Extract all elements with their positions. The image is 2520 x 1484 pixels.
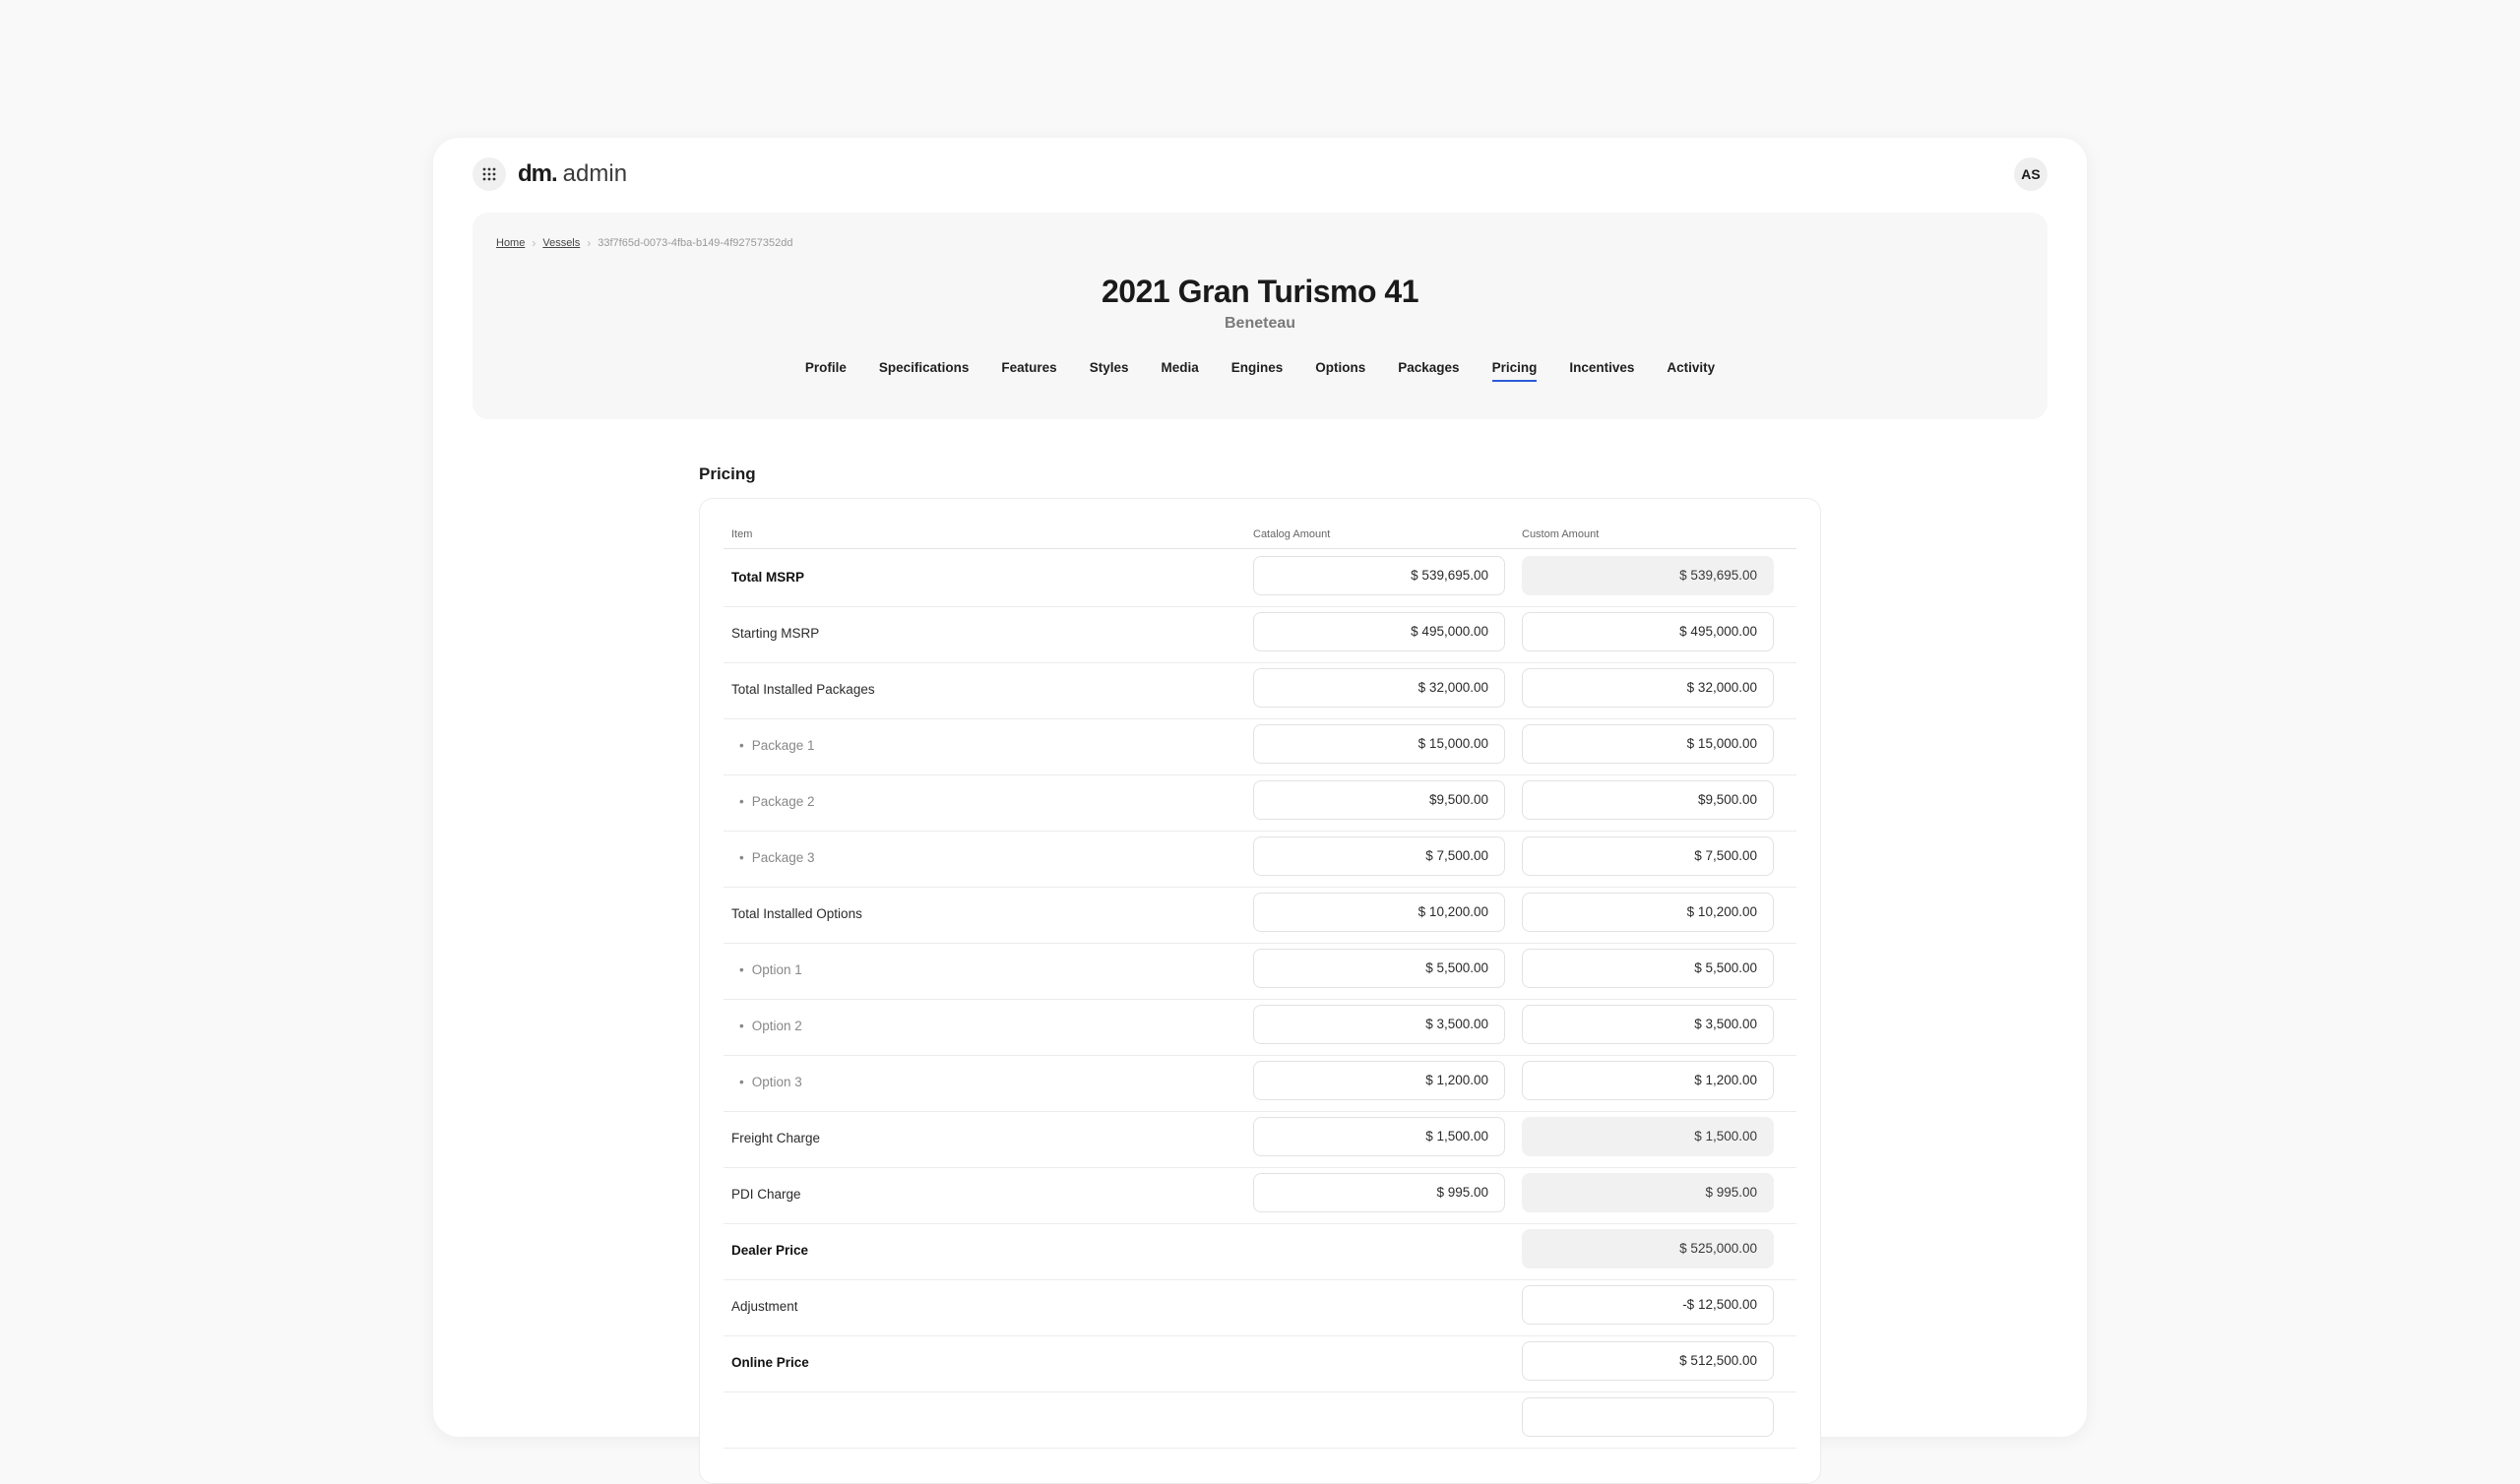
custom-amount-field[interactable]: $ 1,200.00: [1522, 1061, 1774, 1100]
row-label: Option 1: [739, 962, 802, 977]
tab-features[interactable]: Features: [1001, 360, 1056, 382]
custom-amount-field[interactable]: $ 15,000.00: [1522, 724, 1774, 764]
custom-amount-field: $ 1,500.00: [1522, 1117, 1774, 1156]
custom-amount-field[interactable]: $ 3,500.00: [1522, 1005, 1774, 1044]
breadcrumb-vessels[interactable]: Vessels: [542, 237, 580, 249]
custom-amount-field[interactable]: $9,500.00: [1522, 780, 1774, 820]
custom-amount-field[interactable]: $ 512,500.00: [1522, 1341, 1774, 1381]
section-title: Pricing: [699, 464, 756, 483]
custom-amount-field[interactable]: [1522, 1397, 1774, 1437]
custom-amount-field: $ 995.00: [1522, 1173, 1774, 1212]
table-row: Package 3 $ 7,500.00 $ 7,500.00: [724, 831, 1796, 888]
table-row: Option 3 $ 1,200.00 $ 1,200.00: [724, 1055, 1796, 1112]
table-row: Package 2 $9,500.00 $9,500.00: [724, 774, 1796, 832]
table-row: Total Installed Options $ 10,200.00 $ 10,2…: [724, 887, 1796, 944]
table-row: Freight Charge $ 1,500.00 $ 1,500.00: [724, 1111, 1796, 1168]
app-window: dm. admin AS Home › Vessels › 33f7f65d-0…: [433, 138, 2087, 1484]
catalog-amount-field[interactable]: $9,500.00: [1253, 780, 1505, 820]
table-row: Total Installed Packages $ 32,000.00 $ 32,…: [724, 662, 1796, 719]
tab-media[interactable]: Media: [1161, 360, 1198, 382]
row-label: Adjustment: [731, 1299, 798, 1314]
custom-amount-field[interactable]: $ 5,500.00: [1522, 949, 1774, 988]
tab-specifications[interactable]: Specifications: [879, 360, 970, 382]
table-row: [724, 1391, 1796, 1449]
row-label: Dealer Price: [731, 1243, 809, 1258]
pricing-table: Item Catalog Amount Custom Amount Total …: [699, 498, 1821, 1484]
breadcrumb-home[interactable]: Home: [496, 237, 525, 249]
breadcrumb: Home › Vessels › 33f7f65d-0073-4fba-b149…: [496, 236, 792, 250]
tab-activity[interactable]: Activity: [1667, 360, 1715, 382]
row-label: Package 1: [739, 738, 815, 753]
chevron-right-icon: ›: [587, 236, 592, 250]
table-row: Total MSRP $ 539,695.00 $ 539,695.00: [724, 550, 1796, 607]
app-logo[interactable]: dm. admin: [518, 155, 627, 193]
row-label: PDI Charge: [731, 1187, 801, 1202]
tab-engines[interactable]: Engines: [1231, 360, 1284, 382]
tab-incentives[interactable]: Incentives: [1569, 360, 1634, 382]
catalog-amount-field[interactable]: $ 539,695.00: [1253, 556, 1505, 595]
tab-pricing[interactable]: Pricing: [1491, 360, 1538, 382]
custom-amount-field[interactable]: -$ 12,500.00: [1522, 1285, 1774, 1325]
row-label: Package 2: [739, 794, 815, 809]
custom-amount-field[interactable]: $ 7,500.00: [1522, 836, 1774, 876]
logo-mark: dm.: [518, 160, 558, 187]
custom-amount-field: $ 539,695.00: [1522, 556, 1774, 595]
table-row: Dealer Price $ 525,000.00: [724, 1223, 1796, 1280]
catalog-amount-field[interactable]: $ 495,000.00: [1253, 612, 1505, 651]
catalog-amount-field[interactable]: $ 5,500.00: [1253, 949, 1505, 988]
row-label: Starting MSRP: [731, 626, 820, 641]
row-label: Total Installed Options: [731, 906, 862, 921]
catalog-amount-field[interactable]: $ 1,500.00: [1253, 1117, 1505, 1156]
column-header-custom: Custom Amount: [1522, 528, 1600, 540]
tab-bar: Profile Specifications Features Styles Media…: [472, 360, 2048, 382]
catalog-amount-field[interactable]: $ 7,500.00: [1253, 836, 1505, 876]
row-label: Option 2: [739, 1019, 802, 1033]
table-row: Option 1 $ 5,500.00 $ 5,500.00: [724, 943, 1796, 1000]
app-menu-button[interactable]: [472, 157, 506, 191]
catalog-amount-field[interactable]: $ 995.00: [1253, 1173, 1505, 1212]
row-label: Option 3: [739, 1075, 802, 1089]
catalog-amount-field[interactable]: $ 10,200.00: [1253, 893, 1505, 932]
table-row: Starting MSRP $ 495,000.00 $ 495,000.00: [724, 606, 1796, 663]
custom-amount-field: $ 525,000.00: [1522, 1229, 1774, 1268]
row-label: Freight Charge: [731, 1131, 821, 1145]
logo-word: admin: [562, 160, 628, 187]
catalog-amount-field[interactable]: $ 1,200.00: [1253, 1061, 1505, 1100]
table-row: Online Price $ 512,500.00: [724, 1335, 1796, 1392]
table-row: PDI Charge $ 995.00 $ 995.00: [724, 1167, 1796, 1224]
vessel-brand: Beneteau: [1224, 315, 1296, 332]
table-row: Adjustment -$ 12,500.00: [724, 1279, 1796, 1336]
catalog-amount-field[interactable]: $ 15,000.00: [1253, 724, 1505, 764]
vessel-header: Home › Vessels › 33f7f65d-0073-4fba-b149…: [472, 213, 2048, 419]
table-row: Option 2 $ 3,500.00 $ 3,500.00: [724, 999, 1796, 1056]
tab-packages[interactable]: Packages: [1398, 360, 1459, 382]
column-header-catalog: Catalog Amount: [1253, 528, 1331, 540]
table-row: Package 1 $ 15,000.00 $ 15,000.00: [724, 718, 1796, 775]
row-label: Package 3: [739, 850, 815, 865]
custom-amount-field[interactable]: $ 32,000.00: [1522, 668, 1774, 708]
tab-profile[interactable]: Profile: [805, 360, 847, 382]
column-header-item: Item: [731, 528, 753, 540]
row-label: Total MSRP: [731, 570, 804, 585]
row-label: Online Price: [731, 1355, 809, 1370]
tab-styles[interactable]: Styles: [1090, 360, 1129, 382]
user-avatar[interactable]: AS: [2014, 157, 2048, 191]
chevron-right-icon: ›: [532, 236, 536, 250]
page-title: 2021 Gran Turismo 41: [1102, 274, 1419, 309]
breadcrumb-current: 33f7f65d-0073-4fba-b149-4f92757352dd: [598, 237, 793, 249]
tab-options[interactable]: Options: [1315, 360, 1365, 382]
catalog-amount-field[interactable]: $ 32,000.00: [1253, 668, 1505, 708]
custom-amount-field[interactable]: $ 495,000.00: [1522, 612, 1774, 651]
row-label: Total Installed Packages: [731, 682, 875, 697]
table-header: Item Catalog Amount Custom Amount: [724, 525, 1796, 549]
grid-dots-icon: [482, 167, 496, 181]
custom-amount-field[interactable]: $ 10,200.00: [1522, 893, 1774, 932]
catalog-amount-field[interactable]: $ 3,500.00: [1253, 1005, 1505, 1044]
